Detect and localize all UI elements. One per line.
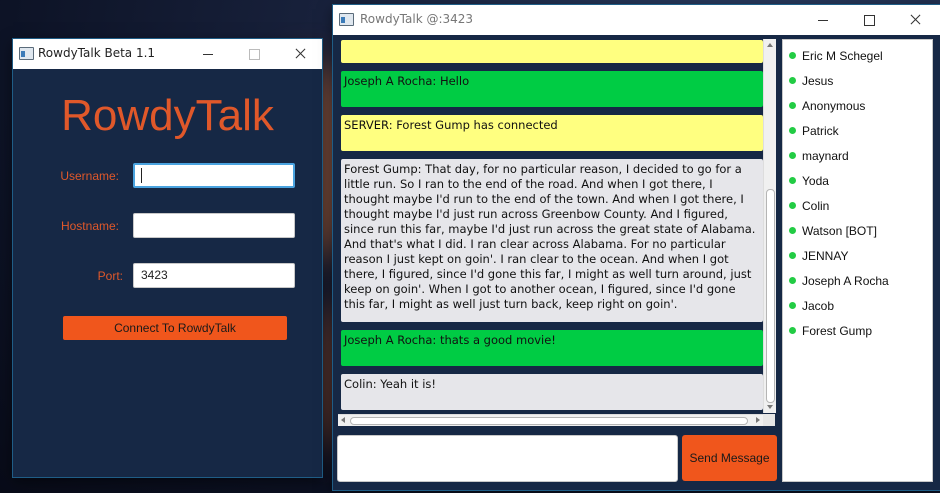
user-list-item[interactable]: Joseph A Rocha (789, 273, 889, 289)
vertical-scrollbar[interactable] (763, 39, 776, 413)
online-status-icon (789, 302, 796, 309)
user-name: Patrick (802, 124, 839, 138)
scroll-thumb[interactable] (350, 417, 748, 425)
chat-window-title: RowdyTalk @:3423 (360, 12, 474, 26)
user-list-item[interactable]: Jesus (789, 73, 833, 89)
message-bubble: Joseph A Rocha: thats a good movie! (341, 330, 763, 366)
message-bubble: Joseph A Rocha: Hello (341, 71, 763, 107)
port-field[interactable]: 3423 (133, 263, 295, 288)
user-list-item[interactable]: Jacob (789, 298, 834, 314)
login-window-title: RowdyTalk Beta 1.1 (38, 46, 156, 60)
message-bubble: Forest Gump: That day, for no particular… (341, 159, 763, 322)
user-name: Joseph A Rocha (802, 274, 889, 288)
user-name: Jesus (802, 74, 834, 88)
user-list-item[interactable]: Patrick (789, 123, 839, 139)
chat-window: RowdyTalk @:3423 Joseph A Rocha: Hello S… (333, 5, 940, 490)
scroll-left-arrow-icon[interactable] (341, 417, 345, 423)
message-list[interactable]: Joseph A Rocha: Hello SERVER: Forest Gum… (338, 39, 775, 415)
maximize-button[interactable] (231, 39, 277, 69)
user-list-item[interactable]: maynard (789, 148, 849, 164)
user-name: Jacob (802, 299, 835, 313)
horizontal-scrollbar[interactable] (338, 414, 763, 426)
user-list-item[interactable]: Forest Gump (789, 323, 872, 339)
user-name: maynard (802, 149, 849, 163)
scroll-thumb[interactable] (766, 189, 775, 403)
text-caret (141, 168, 142, 183)
app-window-icon (19, 47, 34, 60)
scroll-corner (763, 414, 775, 426)
send-message-button[interactable]: Send Message (682, 435, 777, 481)
user-list-item[interactable]: JENNAY (789, 248, 848, 264)
chat-titlebar[interactable]: RowdyTalk @:3423 (333, 5, 940, 35)
message-bubble: Colin: Yeah it is! (341, 374, 763, 410)
maximize-button[interactable] (846, 5, 892, 35)
online-status-icon (789, 327, 796, 334)
online-status-icon (789, 227, 796, 234)
chat-body: Joseph A Rocha: Hello SERVER: Forest Gum… (333, 35, 940, 490)
user-name: JENNAY (802, 249, 849, 263)
login-body: RowdyTalk Username: Hostname: Port: 3423… (13, 69, 322, 477)
username-label: Username: (60, 169, 119, 183)
hostname-field[interactable] (133, 213, 295, 238)
app-window-icon (339, 13, 354, 26)
port-value: 3423 (141, 268, 168, 282)
close-button[interactable] (892, 5, 938, 35)
user-name: Anonymous (802, 99, 866, 113)
online-status-icon (789, 127, 796, 134)
online-status-icon (789, 202, 796, 209)
username-field[interactable] (133, 163, 295, 188)
port-label: Port: (97, 269, 123, 283)
message-bubble: SERVER: Forest Gump has connected (341, 115, 763, 151)
user-list-item[interactable]: Colin (789, 198, 829, 214)
brand-title: RowdyTalk (61, 91, 274, 140)
scroll-up-arrow-icon[interactable] (767, 43, 773, 47)
scroll-right-arrow-icon[interactable] (756, 417, 760, 423)
user-list-item[interactable]: Anonymous (789, 98, 865, 114)
login-window: RowdyTalk Beta 1.1 RowdyTalk Username: H… (13, 39, 322, 477)
user-name: Colin (802, 199, 830, 213)
minimize-button[interactable] (800, 5, 846, 35)
connect-button[interactable]: Connect To RowdyTalk (63, 316, 287, 340)
login-titlebar[interactable]: RowdyTalk Beta 1.1 (13, 39, 322, 69)
message-bubble (341, 40, 763, 63)
message-input[interactable] (337, 435, 678, 482)
user-list: Eric M Schegel Jesus Anonymous Patrick m… (782, 39, 933, 482)
user-name: Forest Gump (802, 324, 873, 338)
user-name: Watson [BOT] (802, 224, 877, 238)
online-status-icon (789, 52, 796, 59)
online-status-icon (789, 277, 796, 284)
user-list-item[interactable]: Eric M Schegel (789, 48, 883, 64)
user-name: Yoda (802, 174, 829, 188)
online-status-icon (789, 252, 796, 259)
close-button[interactable] (277, 39, 323, 69)
scroll-down-arrow-icon[interactable] (767, 405, 773, 409)
user-list-item[interactable]: Watson [BOT] (789, 223, 877, 239)
online-status-icon (789, 152, 796, 159)
online-status-icon (789, 177, 796, 184)
hostname-label: Hostname: (60, 219, 119, 233)
online-status-icon (789, 77, 796, 84)
minimize-button[interactable] (185, 39, 231, 69)
user-name: Eric M Schegel (802, 49, 883, 63)
online-status-icon (789, 102, 796, 109)
user-list-item[interactable]: Yoda (789, 173, 829, 189)
